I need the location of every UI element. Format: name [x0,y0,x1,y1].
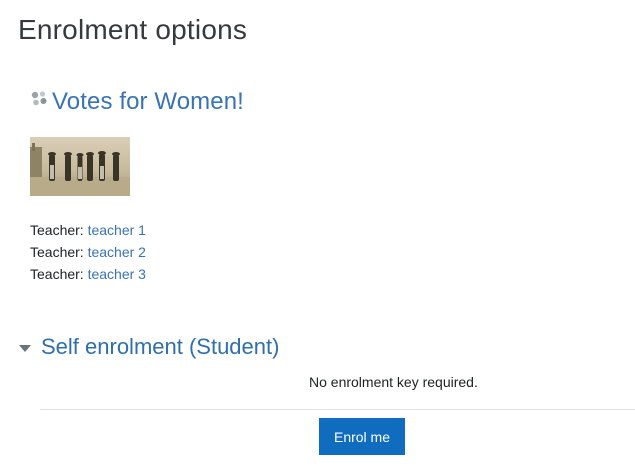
teacher-row: Teacher: teacher 2 [30,241,146,263]
teacher-link[interactable]: teacher 1 [88,222,146,238]
page-title: Enrolment options [18,14,248,45]
teacher-row: Teacher: teacher 1 [30,219,146,241]
enrol-me-button[interactable]: Enrol me [319,418,405,455]
course-photo [30,137,130,196]
teacher-link[interactable]: teacher 2 [88,244,146,260]
course-image[interactable] [30,137,130,196]
course-header: Votes for Women! [30,88,244,116]
caret-down-icon[interactable] [18,341,32,355]
section-title: Self enrolment (Student) [41,334,280,359]
teacher-list: Teacher: teacher 1 Teacher: teacher 2 Te… [30,219,146,285]
enrolment-key-note: No enrolment key required. [309,374,478,390]
course-name-link[interactable]: Votes for Women! [52,88,244,116]
divider [40,409,635,410]
teacher-label: Teacher: [30,266,88,282]
teacher-label: Teacher: [30,244,88,260]
teacher-link[interactable]: teacher 3 [88,266,146,282]
course-tiles-icon [31,91,47,106]
teacher-label: Teacher: [30,222,88,238]
teacher-row: Teacher: teacher 3 [30,263,146,285]
self-enrolment-header[interactable]: Self enrolment (Student) [18,334,279,360]
